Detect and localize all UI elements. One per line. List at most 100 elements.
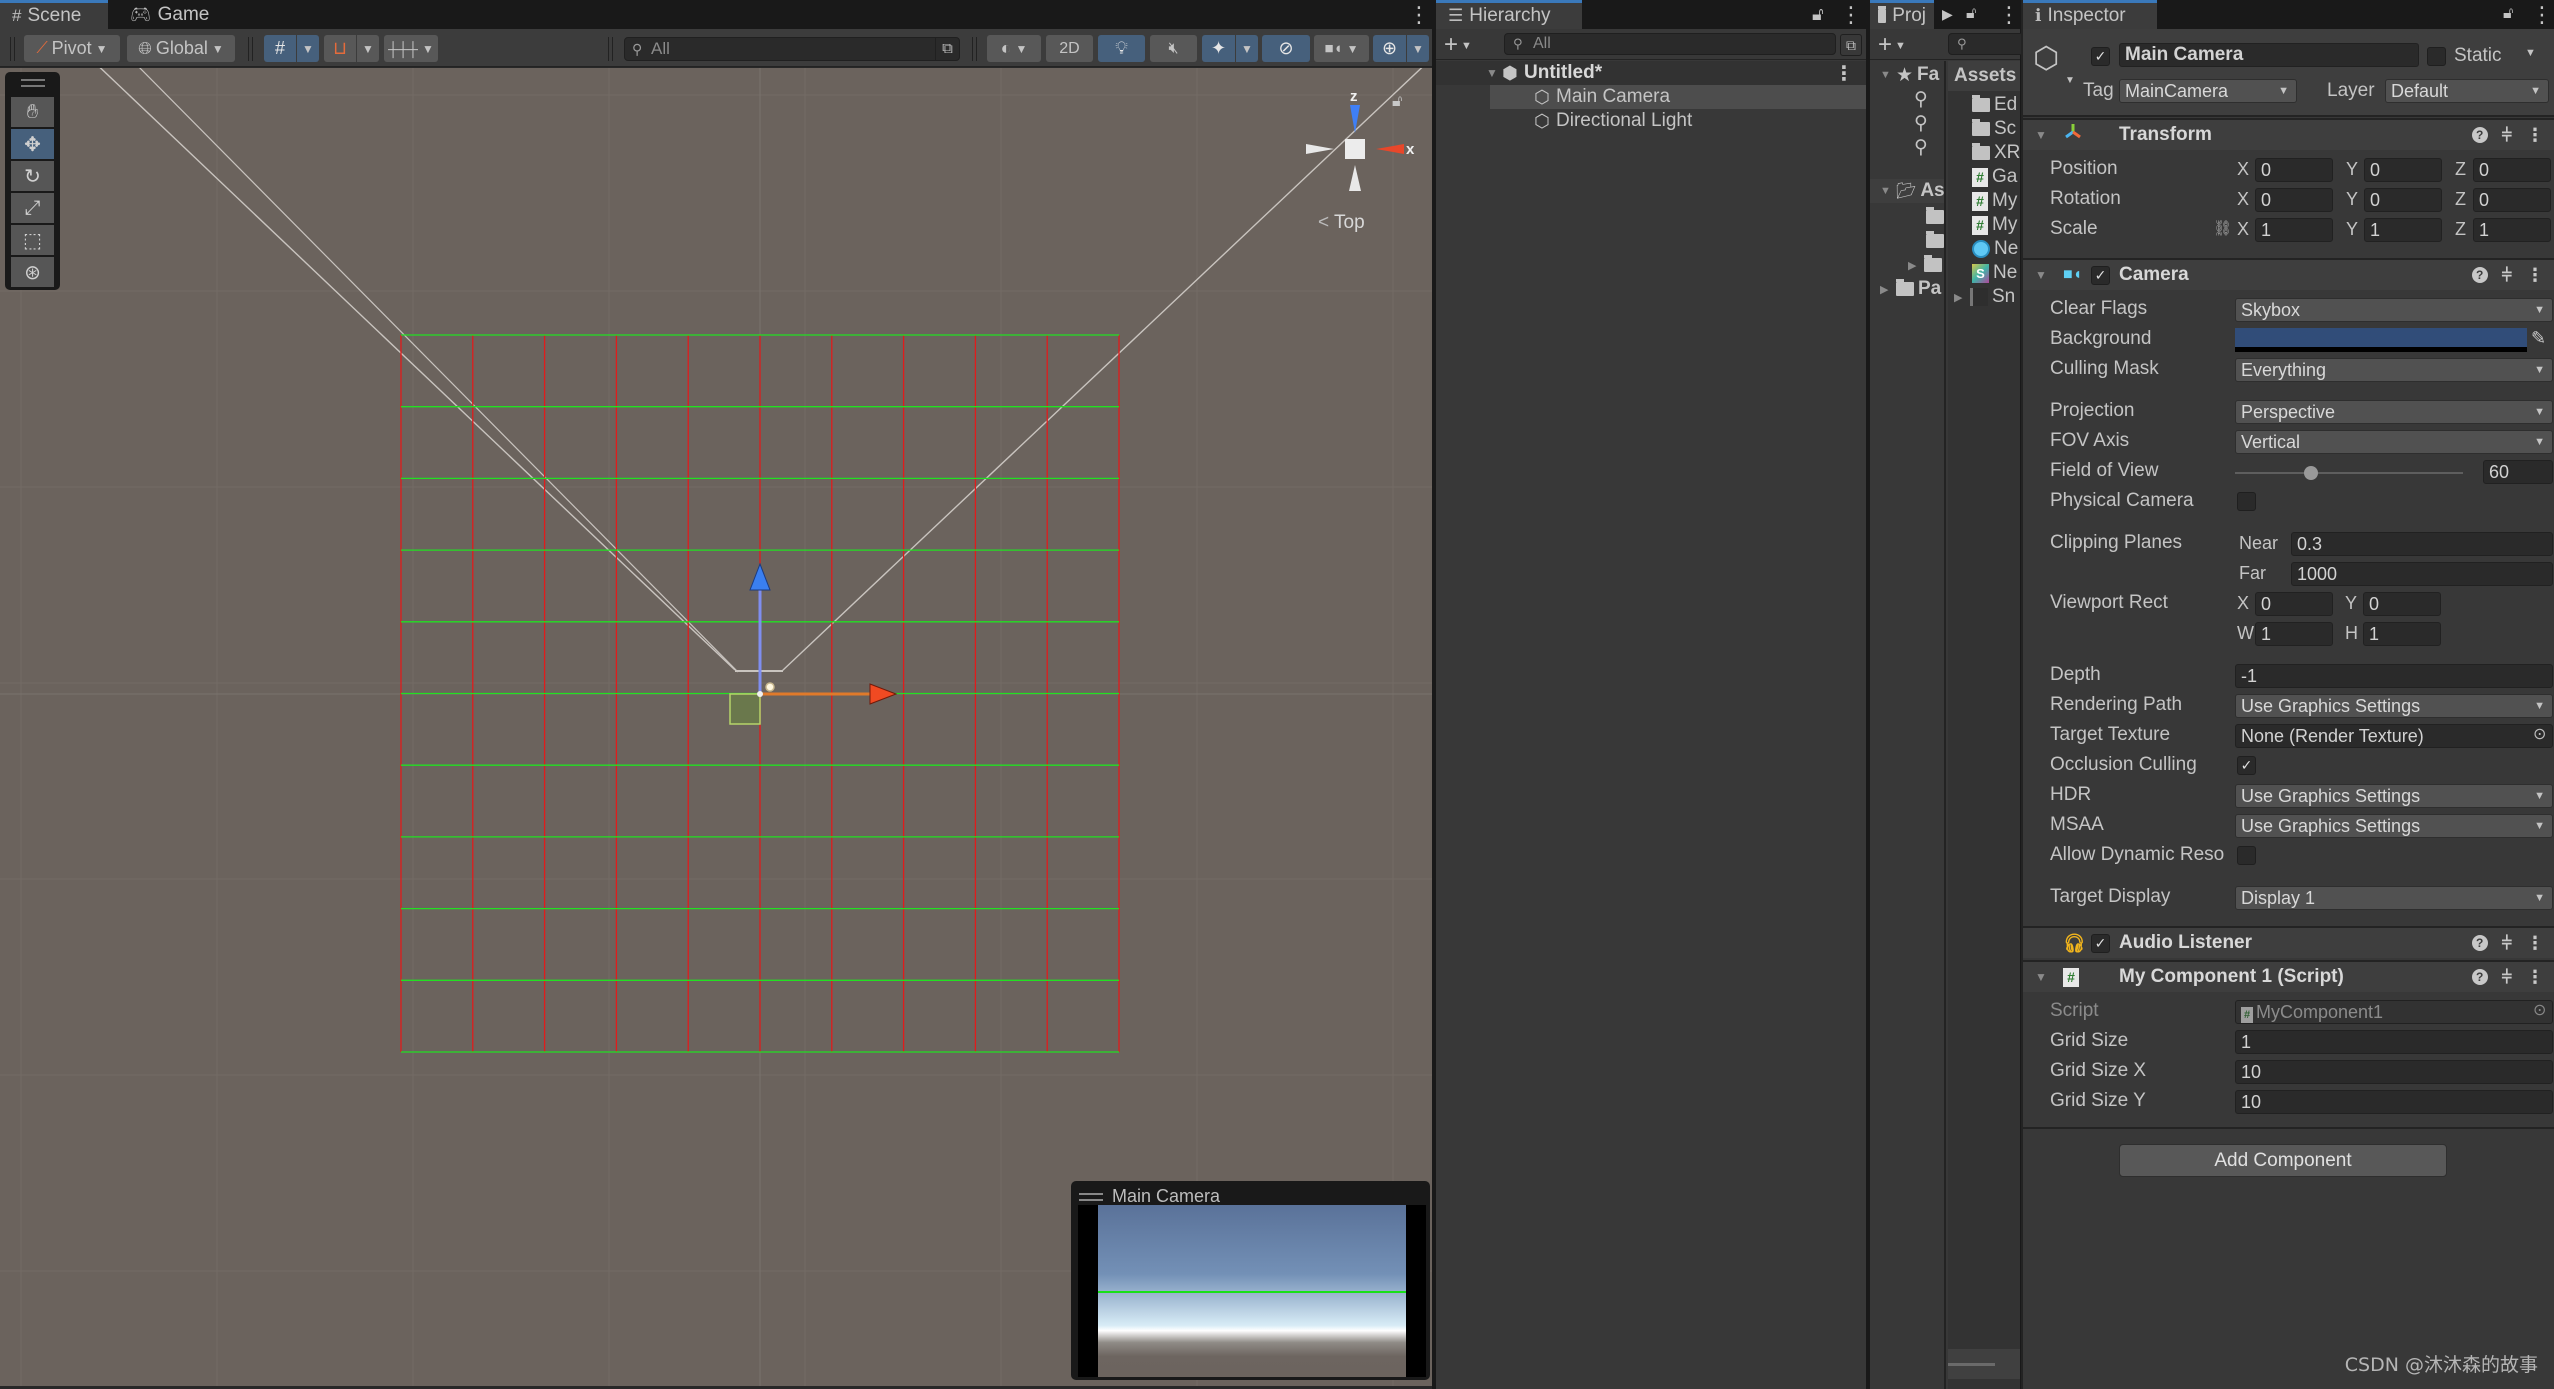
- rendering-path-dropdown[interactable]: Use Graphics Settings ▼: [2235, 694, 2553, 718]
- view-orientation-label[interactable]: < Top: [1318, 212, 1365, 234]
- rotation-x-input[interactable]: 0: [2255, 188, 2333, 212]
- expand-triangle-icon[interactable]: ▶: [1908, 259, 1920, 272]
- presets-icon[interactable]: ⫩: [2502, 265, 2512, 286]
- project-menu-icon[interactable]: ⋮: [1998, 2, 2020, 28]
- depth-input[interactable]: -1: [2235, 664, 2553, 688]
- pivot-dropdown[interactable]: ⟋ Pivot ▼: [24, 35, 120, 62]
- object-picker-icon[interactable]: ⊙: [2533, 1000, 2546, 1020]
- fov-axis-dropdown[interactable]: Vertical ▼: [2235, 430, 2553, 454]
- help-icon[interactable]: ?: [2471, 969, 2488, 985]
- asset-item[interactable]: Ed: [1972, 93, 2017, 117]
- grid-size-input[interactable]: 1: [2235, 1030, 2553, 1054]
- create-dropdown[interactable]: + ▼: [1444, 31, 1472, 59]
- rotate-tool-button[interactable]: ↻: [11, 161, 54, 191]
- gizmo-neg-z-cone[interactable]: [1349, 165, 1361, 191]
- popout-icon[interactable]: ⧉: [935, 38, 959, 60]
- hdr-dropdown[interactable]: Use Graphics Settings ▼: [2235, 784, 2553, 808]
- component-menu-icon[interactable]: ⋮: [2526, 933, 2544, 954]
- favorite-search-item[interactable]: ⚲: [1914, 87, 1928, 111]
- gizmos-toggle-button[interactable]: ⊕: [1373, 35, 1406, 62]
- expand-triangle-icon[interactable]: ▼: [1486, 66, 1502, 80]
- target-display-dropdown[interactable]: Display 1 ▼: [2235, 886, 2553, 910]
- collapse-triangle-icon[interactable]: ▼: [2035, 268, 2047, 282]
- object-picker-icon[interactable]: ⊙: [2533, 724, 2546, 744]
- rect-tool-button[interactable]: ⬚: [11, 225, 54, 255]
- grid-size-y-input[interactable]: 10: [2235, 1090, 2553, 1114]
- scene-menu-icon[interactable]: ⋮: [1408, 2, 1430, 28]
- asset-item[interactable]: Ne: [1972, 237, 2018, 261]
- grid-size-x-input[interactable]: 10: [2235, 1060, 2553, 1084]
- help-icon[interactable]: ?: [2471, 127, 2488, 143]
- move-tool-button[interactable]: ✥: [11, 129, 54, 159]
- drag-handle-icon[interactable]: [1079, 1192, 1103, 1201]
- constrain-proportions-icon[interactable]: ⛓: [2213, 219, 2232, 237]
- tag-dropdown[interactable]: MainCamera ▼: [2119, 79, 2297, 103]
- hierarchy-search-input[interactable]: ⚲ All: [1504, 33, 1836, 55]
- tree-assets[interactable]: ▼ 📂︎ As: [1870, 179, 1944, 203]
- component-menu-icon[interactable]: ⋮: [2526, 265, 2544, 286]
- expand-triangle-icon[interactable]: ▼: [1880, 185, 1892, 197]
- fov-slider-handle[interactable]: [2303, 466, 2318, 480]
- audio-listener-enabled-checkbox[interactable]: ✓: [2091, 934, 2110, 953]
- camera-settings-dropdown[interactable]: ■◖ ▼: [1314, 35, 1369, 62]
- background-color-swatch[interactable]: [2235, 328, 2527, 352]
- hierarchy-item[interactable]: ⬡ Directional Light: [1436, 109, 1866, 133]
- scale-tool-button[interactable]: ⤢: [11, 193, 54, 223]
- rotation-y-input[interactable]: 0: [2364, 188, 2442, 212]
- presets-icon[interactable]: ⫩: [2502, 933, 2512, 954]
- viewport-h-input[interactable]: 1: [2363, 622, 2441, 646]
- occlusion-culling-checkbox[interactable]: ✓: [2237, 756, 2256, 775]
- lock-icon[interactable]: 🔓︎: [2503, 5, 2513, 23]
- scene-root-row[interactable]: ▼ ⬢ Untitled* ⋮: [1436, 61, 1866, 85]
- help-icon[interactable]: ?: [2471, 935, 2488, 951]
- transform-tool-button[interactable]: ⊛: [11, 257, 54, 287]
- component-menu-icon[interactable]: ⋮: [2526, 967, 2544, 988]
- viewport-w-input[interactable]: 1: [2255, 622, 2333, 646]
- help-icon[interactable]: ?: [2471, 267, 2488, 283]
- position-z-input[interactable]: 0: [2473, 158, 2551, 182]
- audio-listener-header[interactable]: 🎧︎ ✓ Audio Listener ? ⫩ ⋮: [2023, 926, 2554, 958]
- lock-icon[interactable]: 🔓︎: [1392, 93, 1402, 111]
- tree-subfolder[interactable]: [1926, 205, 1944, 229]
- tab-scene[interactable]: # Scene: [0, 0, 108, 29]
- presets-icon[interactable]: ⫩: [2502, 967, 2512, 988]
- field-of-view-input[interactable]: 60: [2483, 460, 2553, 484]
- viewport-y-input[interactable]: 0: [2363, 592, 2441, 616]
- grid-options-dropdown[interactable]: ▼: [297, 35, 319, 62]
- position-y-input[interactable]: 0: [2364, 158, 2442, 182]
- favorite-search-item[interactable]: ⚲: [1914, 111, 1928, 135]
- near-clip-input[interactable]: 0.3: [2291, 532, 2553, 556]
- project-search-input[interactable]: ⚲: [1948, 33, 2028, 55]
- script-reference-field[interactable]: # MyComponent1: [2235, 1000, 2553, 1024]
- physical-camera-checkbox[interactable]: [2237, 492, 2256, 511]
- clear-flags-dropdown[interactable]: Skybox ▼: [2235, 298, 2553, 322]
- lock-icon[interactable]: 🔓︎: [1966, 5, 1976, 23]
- favorite-search-item[interactable]: ⚲: [1914, 135, 1928, 159]
- toolbar-grip[interactable]: [608, 37, 613, 61]
- more-tabs-icon[interactable]: ▶: [1942, 6, 1953, 23]
- horizontal-scrollbar[interactable]: [1948, 1349, 2020, 1379]
- gizmo-x-cone[interactable]: [1376, 144, 1404, 154]
- position-x-input[interactable]: 0: [2255, 158, 2333, 182]
- grid-snap-button[interactable]: ⊔: [324, 35, 356, 62]
- asset-item[interactable]: # My: [1972, 189, 2017, 213]
- expand-triangle-icon[interactable]: ▶: [1954, 291, 1966, 304]
- presets-icon[interactable]: ⫩: [2502, 125, 2512, 146]
- hierarchy-item[interactable]: ⬡ Main Camera: [1490, 85, 1866, 109]
- scrollbar-thumb[interactable]: [1948, 1363, 1995, 1366]
- static-dropdown-caret[interactable]: ▼: [2525, 47, 2536, 59]
- scene-search-input[interactable]: ⚲ All ⧉: [624, 37, 960, 61]
- collapse-triangle-icon[interactable]: ▼: [2035, 128, 2047, 142]
- scene-visibility-button[interactable]: ⊘: [1262, 35, 1310, 62]
- expand-triangle-icon[interactable]: ▼: [1880, 69, 1892, 81]
- create-asset-dropdown[interactable]: + ▼: [1878, 31, 1906, 59]
- tree-subfolder[interactable]: [1926, 229, 1944, 253]
- asset-item[interactable]: Sc: [1972, 117, 2016, 141]
- gizmo-center-cube[interactable]: [1345, 139, 1365, 159]
- scale-x-input[interactable]: 1: [2255, 218, 2333, 242]
- script-component-header[interactable]: ▼ # My Component 1 (Script) ? ⫩ ⋮: [2023, 960, 2554, 992]
- culling-mask-dropdown[interactable]: Everything ▼: [2235, 358, 2553, 382]
- draw-mode-dropdown[interactable]: ◐ ▼: [987, 35, 1041, 62]
- gameobject-name-input[interactable]: Main Camera: [2119, 43, 2419, 67]
- asset-item[interactable]: # My: [1972, 213, 2017, 237]
